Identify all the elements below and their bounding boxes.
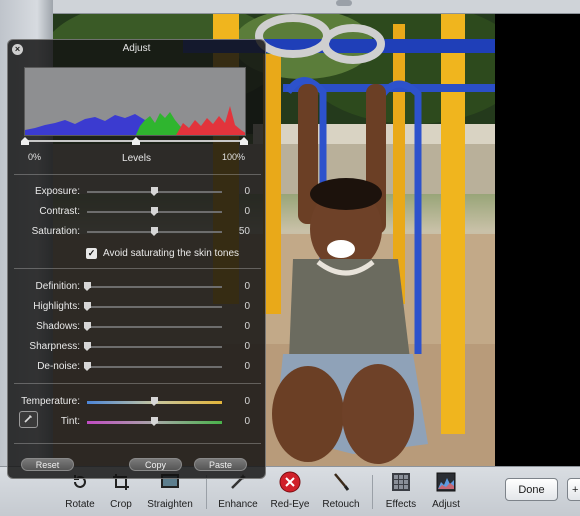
skin-tones-option[interactable]: ✓ Avoid saturating the skin tones (86, 246, 239, 260)
definition-slider-thumb[interactable] (83, 282, 91, 291)
sharpness-label: Sharpness: (29, 341, 80, 352)
definition-slider-track[interactable] (87, 286, 222, 288)
contrast-slider-thumb[interactable] (151, 207, 158, 216)
sharpness-slider-track[interactable] (87, 346, 222, 348)
shadows-value: 0 (244, 321, 250, 332)
histogram-graph (25, 106, 245, 135)
tint-row: Tint: 0 (8, 415, 267, 429)
levels-white-point-handle[interactable] (240, 137, 248, 145)
highlights-row: Highlights: 0 (8, 300, 267, 314)
more-button[interactable]: + (567, 478, 580, 501)
shadows-row: Shadows: 0 (8, 320, 267, 334)
retouch-label: Retouch (322, 499, 360, 510)
effects-label: Effects (385, 499, 417, 510)
divider (14, 383, 261, 384)
effects-icon (390, 471, 412, 493)
adjust-panel: × Adjust 0% Levels 100% Exposure: 0 Cont… (7, 39, 266, 479)
levels-max-label: 100% (222, 152, 246, 162)
definition-row: Definition: 0 (8, 280, 267, 294)
sharpness-slider-thumb[interactable] (83, 342, 91, 351)
denoise-value: 0 (244, 361, 250, 372)
panel-title: Adjust (122, 43, 151, 54)
saturation-value: 50 (238, 226, 250, 237)
reset-button[interactable]: Reset (21, 458, 74, 471)
contrast-row: Contrast: 0 (8, 205, 267, 219)
divider (14, 268, 261, 269)
rotate-label: Rotate (65, 499, 95, 510)
shadows-slider-thumb[interactable] (83, 322, 91, 331)
temperature-label: Temperature: (21, 396, 80, 407)
exposure-label: Exposure: (34, 186, 80, 197)
scroll-thumb[interactable] (336, 0, 352, 6)
saturation-slider-thumb[interactable] (151, 227, 158, 236)
saturation-row: Saturation: 50 (8, 225, 267, 239)
adjust-button[interactable]: Adjust (428, 471, 464, 515)
iphoto-edit-window: Rotate Crop Straighten Enhance Red-Eye R… (0, 0, 580, 516)
definition-label: Definition: (35, 281, 80, 292)
photo-letterbox (495, 14, 580, 466)
highlights-value: 0 (244, 301, 250, 312)
highlights-slider-track[interactable] (87, 306, 222, 308)
denoise-slider-thumb[interactable] (83, 362, 91, 371)
shadows-label: Shadows: (36, 321, 80, 332)
highlights-slider-thumb[interactable] (83, 302, 91, 311)
saturation-label: Saturation: (31, 226, 80, 237)
brush-icon (330, 471, 352, 493)
levels-histogram (24, 67, 246, 136)
adjust-icon (435, 471, 457, 493)
adjust-label: Adjust (432, 499, 460, 510)
highlights-label: Highlights: (33, 301, 80, 312)
straighten-label: Straighten (147, 499, 193, 510)
temperature-row: Temperature: 0 (8, 395, 267, 409)
divider (14, 443, 261, 444)
crop-label: Crop (110, 499, 132, 510)
contrast-label: Contrast: (39, 206, 80, 217)
effects-button[interactable]: Effects (383, 471, 419, 515)
paste-button[interactable]: Paste (194, 458, 247, 471)
temperature-value: 0 (244, 396, 250, 407)
contrast-value: 0 (244, 206, 250, 217)
tint-slider-thumb[interactable] (151, 417, 158, 426)
retouch-button[interactable]: Retouch (320, 471, 362, 515)
levels-black-point-handle[interactable] (21, 137, 29, 145)
toolbar-separator (206, 475, 207, 509)
tint-value: 0 (244, 416, 250, 427)
temperature-slider-thumb[interactable] (151, 397, 158, 406)
denoise-label: De-noise: (37, 361, 80, 372)
tint-label: Tint: (60, 416, 80, 427)
red-eye-label: Red-Eye (270, 499, 310, 510)
denoise-row: De-noise: 0 (8, 360, 267, 374)
skin-tones-checkbox[interactable]: ✓ (86, 247, 97, 259)
sharpness-row: Sharpness: 0 (8, 340, 267, 354)
sharpness-value: 0 (244, 341, 250, 352)
shadows-slider-track[interactable] (87, 326, 222, 328)
exposure-value: 0 (244, 186, 250, 197)
top-scroll-bar[interactable] (53, 0, 580, 14)
definition-value: 0 (244, 281, 250, 292)
skin-tones-label: Avoid saturating the skin tones (103, 247, 240, 259)
copy-button[interactable]: Copy (129, 458, 182, 471)
levels-midpoint-handle[interactable] (132, 137, 140, 145)
enhance-label: Enhance (218, 499, 258, 510)
red-eye-icon (279, 471, 301, 493)
done-button[interactable]: Done (505, 478, 558, 501)
toolbar-separator (372, 475, 373, 509)
red-eye-button[interactable]: Red-Eye (269, 471, 311, 515)
exposure-row: Exposure: 0 (8, 185, 267, 199)
exposure-slider-thumb[interactable] (151, 187, 158, 196)
denoise-slider-track[interactable] (87, 366, 222, 368)
divider (14, 174, 261, 175)
